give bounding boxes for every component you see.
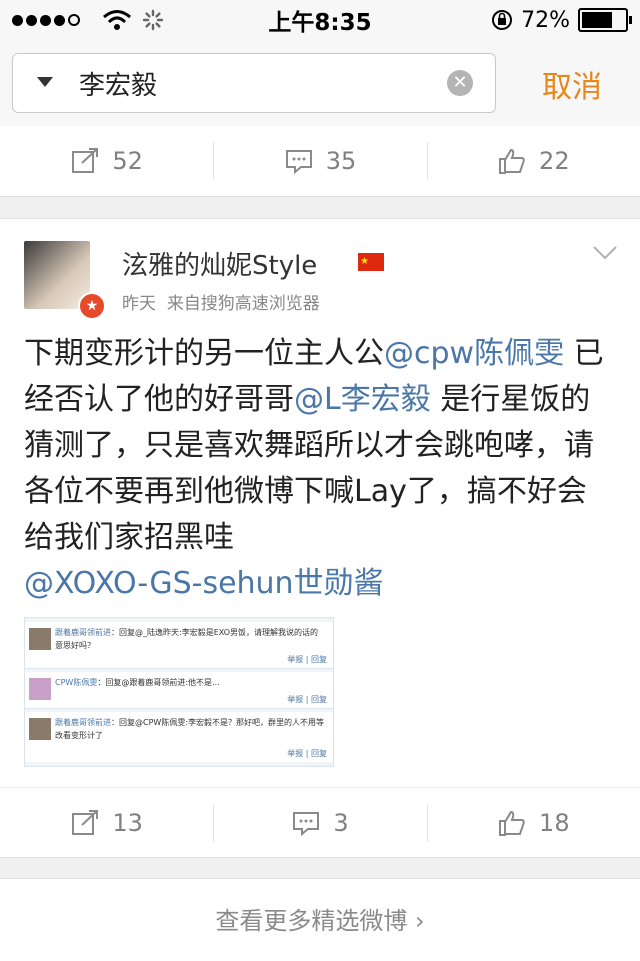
post-text: 下期变形计的另一位主人公@cpw陈佩雯 已经否认了他的好哥哥@L李宏毅 是行星饭…	[24, 336, 604, 601]
repost-count: 13	[112, 809, 143, 837]
comment-button[interactable]: 35	[213, 126, 426, 196]
chevron-down-icon[interactable]	[592, 245, 618, 261]
wifi-icon	[103, 10, 131, 30]
cancel-button[interactable]: 取消	[542, 62, 602, 106]
like-count: 22	[539, 147, 570, 175]
search-input[interactable]	[77, 62, 441, 104]
battery-level	[582, 12, 613, 28]
embedded-comment: CPW陈佩雯：回复@跟着鹿哥领前进:他不是... 举报 | 回复	[25, 672, 333, 709]
battery-icon	[578, 8, 632, 32]
comment-count: 3	[333, 809, 349, 837]
repost-icon	[72, 810, 99, 835]
signal-strength-icon	[12, 14, 80, 26]
like-count: 18	[539, 809, 570, 837]
avatar	[29, 718, 51, 740]
post-actions: 13 3 18	[0, 787, 640, 858]
battery-percent: 72%	[521, 7, 570, 33]
mention-link[interactable]: @L李宏毅	[294, 382, 431, 417]
avatar	[29, 678, 51, 700]
repost-button[interactable]: 52	[0, 126, 213, 196]
thumbs-up-icon	[499, 148, 525, 174]
embedded-comment: 跟着鹿哥领前进：回复@_陆逸昨天:李宏毅是EXO男饭，请理解我说的话的意思好吗？…	[25, 622, 333, 669]
repost-count: 52	[112, 147, 143, 175]
more-posts-link[interactable]: 查看更多精选微博 ›	[0, 901, 640, 936]
orientation-lock-icon	[492, 10, 513, 30]
post-source: 来自搜狗高速浏览器	[166, 294, 320, 314]
user-name[interactable]: 泫雅的灿妮Style	[122, 245, 317, 282]
post-image[interactable]: 跟着鹿哥领前进：回复@_陆逸昨天:李宏毅是EXO男饭，请理解我说的话的意思好吗？…	[24, 617, 334, 767]
loading-icon	[142, 9, 164, 31]
thumbs-up-icon	[499, 810, 525, 836]
previous-post-actions: 52 35 22	[0, 126, 640, 196]
like-button[interactable]: 22	[426, 126, 640, 196]
clear-icon[interactable]: ✕	[447, 70, 473, 96]
search-box[interactable]: ✕	[12, 53, 496, 113]
comment-icon	[285, 150, 312, 175]
mention-link[interactable]: @XOXO-GS-sehun世勋酱	[24, 566, 384, 601]
post-card[interactable]: ★ 泫雅的灿妮Style ★ 昨天 来自搜狗高速浏览器 下期变形计的另一位主人公…	[0, 218, 640, 858]
china-flag-icon: ★	[358, 253, 384, 271]
repost-icon	[72, 148, 99, 173]
verified-badge-icon: ★	[78, 292, 106, 320]
mention-link[interactable]: @cpw陈佩雯	[384, 336, 564, 371]
more-posts-card: 查看更多精选微博 ›	[0, 878, 640, 961]
avatar	[29, 628, 51, 650]
search-type-dropdown-icon[interactable]	[37, 77, 53, 87]
post-time: 昨天	[122, 294, 156, 314]
comment-icon	[293, 812, 320, 837]
comment-count: 35	[325, 147, 357, 175]
previous-post-card: 52 35 22	[0, 126, 640, 197]
status-bar: 上午8:35 72%	[0, 0, 640, 40]
repost-button[interactable]: 13	[0, 788, 213, 858]
like-button[interactable]: 18	[426, 788, 640, 858]
search-bar: ✕ 取消	[0, 40, 640, 127]
post-meta: 昨天 来自搜狗高速浏览器	[122, 289, 320, 314]
comment-button[interactable]: 3	[213, 788, 426, 858]
embedded-comment: 跟着鹿哥领前进：回复@CPW陈佩雯:李宏毅不是？那好吧，群里的人不用等改看变形计…	[25, 712, 333, 762]
